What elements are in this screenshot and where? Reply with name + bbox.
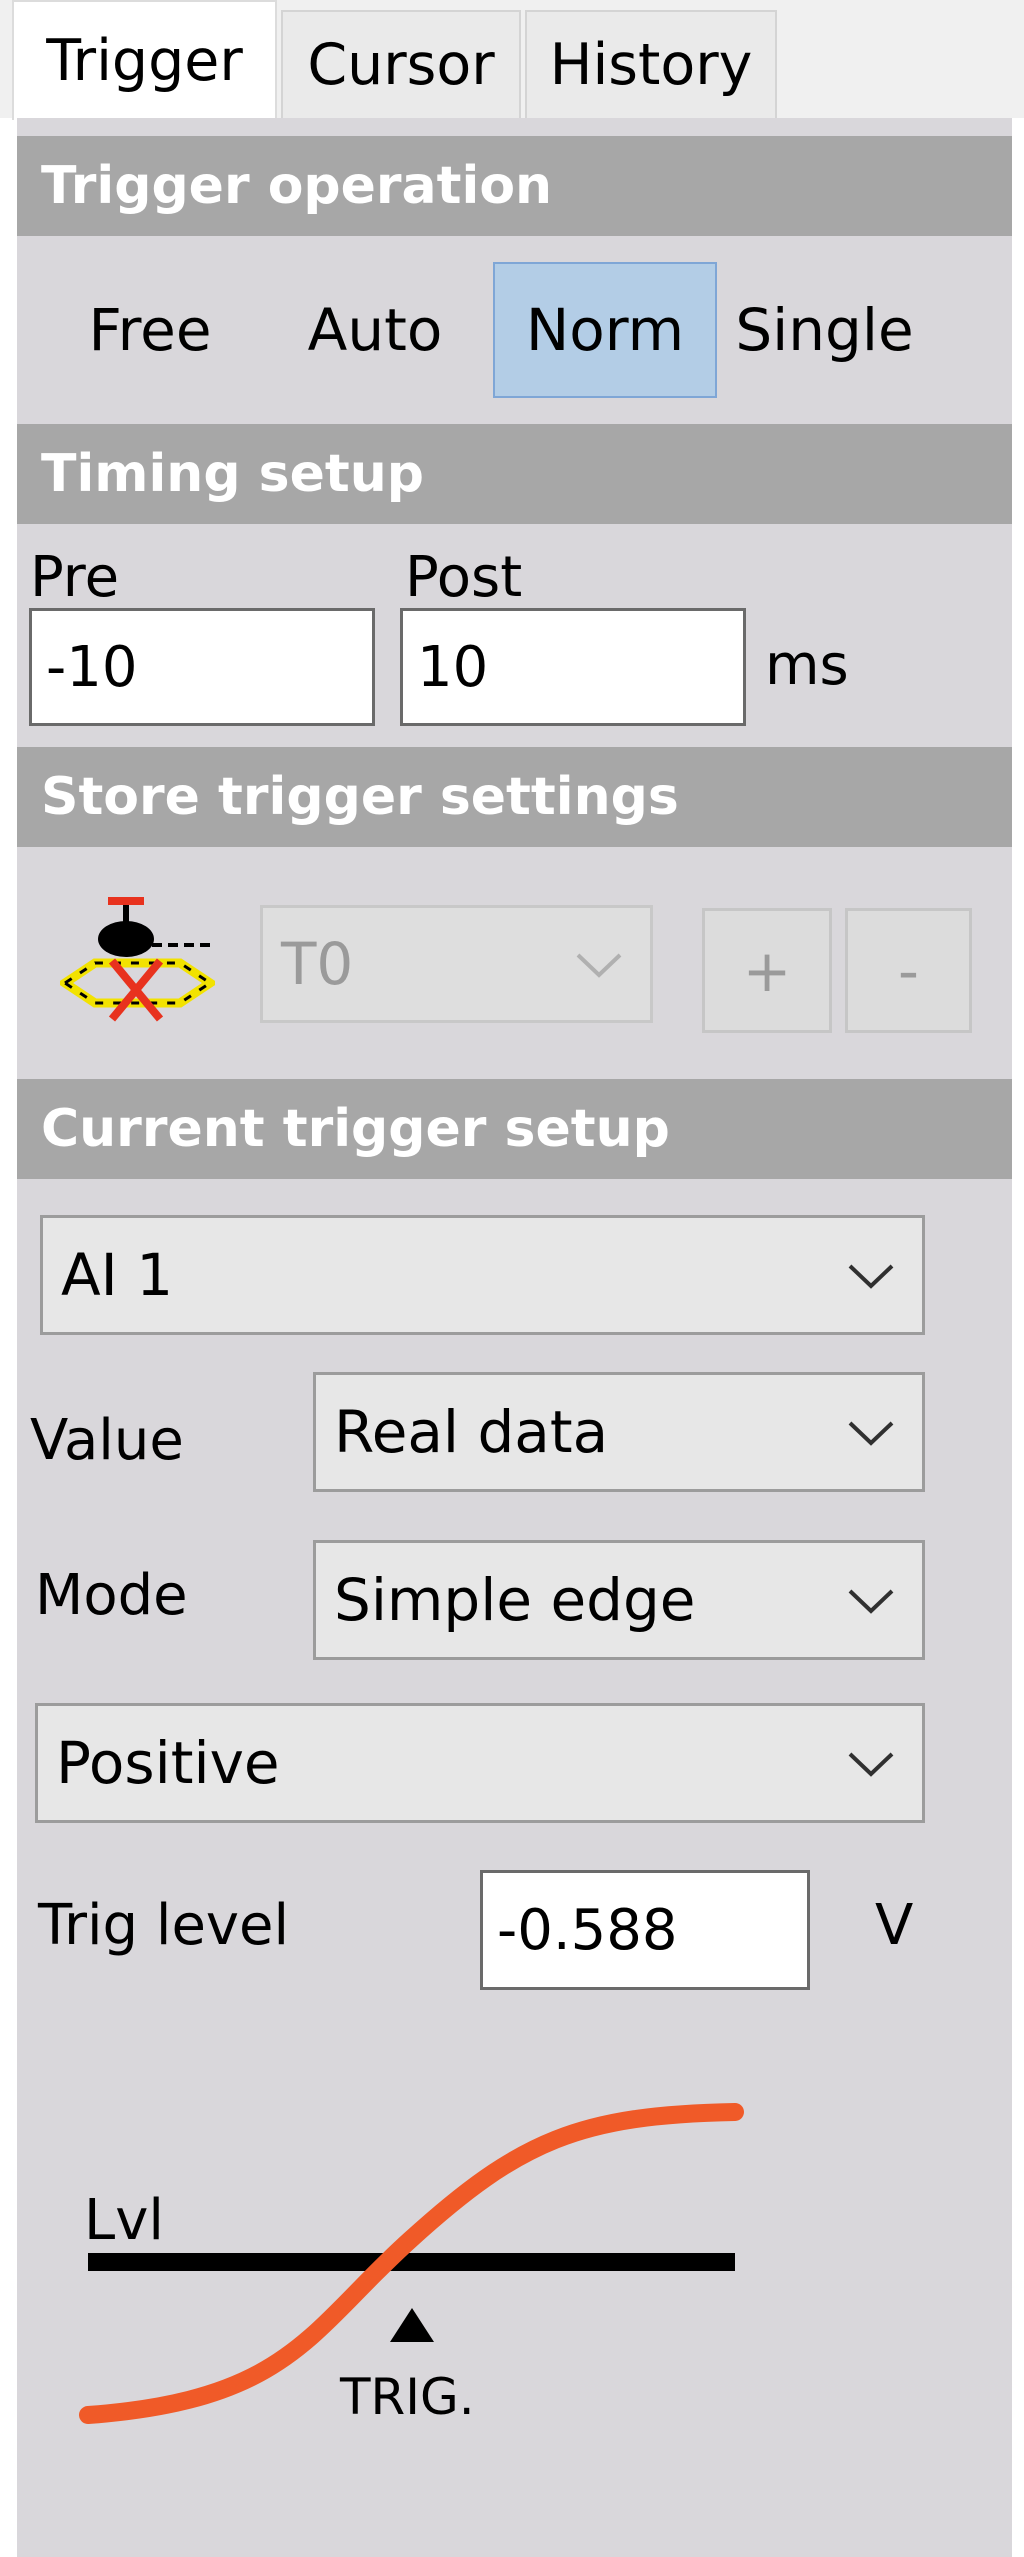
trigger-preset-select[interactable]: T0 bbox=[260, 905, 653, 1023]
section-header-current-trigger-setup: Current trigger setup bbox=[17, 1079, 1012, 1179]
tab-history[interactable]: History bbox=[525, 10, 777, 118]
trigger-mode-selected: Simple edge bbox=[334, 1566, 696, 1634]
trig-level-unit-label: V bbox=[875, 1893, 914, 1958]
trigger-channel-select[interactable]: AI 1 bbox=[40, 1215, 925, 1335]
pre-trigger-input[interactable]: -10 bbox=[29, 608, 375, 726]
trig-level-input[interactable]: -0.588 bbox=[480, 1870, 810, 1990]
chevron-down-icon bbox=[848, 1264, 894, 1289]
level-label: Lvl bbox=[84, 2188, 164, 2253]
trigger-edge-select[interactable]: Positive bbox=[35, 1703, 925, 1823]
trigger-mode-select[interactable]: Simple edge bbox=[313, 1540, 925, 1660]
pre-label: Pre bbox=[30, 545, 120, 610]
chevron-down-icon bbox=[848, 1589, 894, 1614]
chevron-down-icon bbox=[848, 1421, 894, 1446]
section-header-timing-setup: Timing setup bbox=[17, 424, 1012, 524]
post-label: Post bbox=[405, 545, 523, 610]
trigger-edge-selected: Positive bbox=[56, 1729, 280, 1797]
remove-preset-button[interactable]: - bbox=[845, 908, 972, 1033]
trigger-preset-value: T0 bbox=[281, 930, 354, 998]
trigger-value-selected: Real data bbox=[334, 1398, 609, 1466]
chevron-down-icon bbox=[848, 1752, 894, 1777]
chevron-down-icon bbox=[576, 953, 622, 978]
trigger-store-icon bbox=[60, 897, 215, 1022]
value-label: Value bbox=[30, 1408, 184, 1473]
trigger-marker-icon bbox=[390, 2308, 434, 2342]
post-trigger-input[interactable]: 10 bbox=[400, 608, 746, 726]
trigger-point-label: TRIG. bbox=[340, 2368, 475, 2426]
trig-level-label: Trig level bbox=[38, 1893, 290, 1958]
trigger-value-select[interactable]: Real data bbox=[313, 1372, 925, 1492]
trigger-channel-value: AI 1 bbox=[61, 1241, 174, 1309]
trigger-mode-auto-button[interactable]: Auto bbox=[285, 262, 465, 398]
tab-cursor[interactable]: Cursor bbox=[281, 10, 521, 118]
trigger-mode-single-button[interactable]: Single bbox=[722, 262, 927, 398]
timing-unit-label: ms bbox=[765, 633, 849, 698]
mode-label: Mode bbox=[35, 1563, 188, 1628]
section-header-trigger-operation: Trigger operation bbox=[17, 136, 1012, 236]
section-header-store-trigger-settings: Store trigger settings bbox=[17, 747, 1012, 847]
add-preset-button[interactable]: + bbox=[702, 908, 832, 1033]
tab-trigger[interactable]: Trigger bbox=[12, 0, 277, 120]
trigger-mode-norm-button[interactable]: Norm bbox=[493, 262, 717, 398]
trigger-mode-free-button[interactable]: Free bbox=[60, 262, 240, 398]
